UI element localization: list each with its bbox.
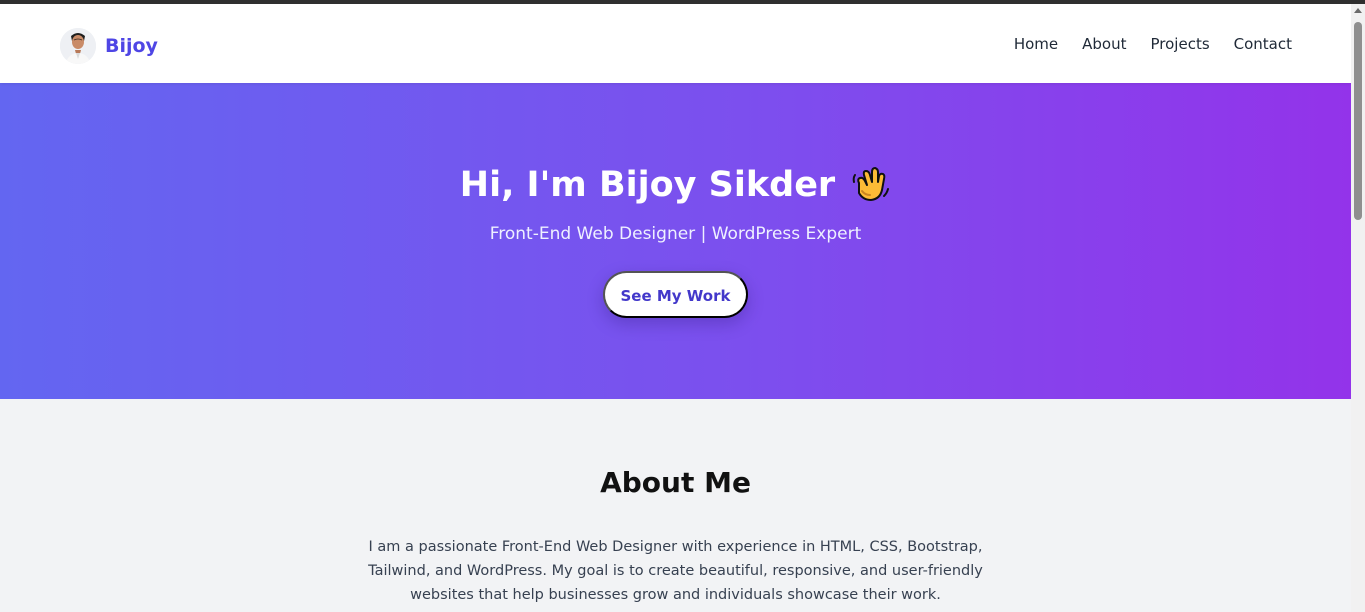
nav-link-about[interactable]: About <box>1082 35 1126 53</box>
portfolio-page: Bijoy Home About Projects Contact Hi, I'… <box>0 4 1351 612</box>
brand-logo-link[interactable]: Bijoy <box>60 26 158 66</box>
site-navbar: Bijoy Home About Projects Contact <box>0 4 1351 83</box>
nav-link-projects[interactable]: Projects <box>1151 35 1210 53</box>
person-avatar-icon <box>60 28 96 64</box>
waving-hand-icon <box>849 164 891 206</box>
scroll-thumb[interactable] <box>1354 22 1362 220</box>
page-scrollbar[interactable] <box>1351 4 1365 612</box>
main-navigation: Home About Projects Contact <box>1014 35 1292 53</box>
about-title: About Me <box>600 466 751 499</box>
hero-title: Hi, I'm Bijoy Sikder <box>0 163 1351 207</box>
hero-title-text: Hi, I'm Bijoy Sikder <box>459 165 836 205</box>
scroll-up-arrow-icon[interactable] <box>1354 8 1362 13</box>
about-section: About Me I am a passionate Front-End Web… <box>0 399 1351 612</box>
brand-name: Bijoy <box>105 34 158 57</box>
browser-viewport: Bijoy Home About Projects Contact Hi, I'… <box>0 0 1365 612</box>
hero-section: Hi, I'm Bijoy Sikder Front-End Web Desig… <box>0 83 1351 399</box>
nav-link-home[interactable]: Home <box>1014 35 1058 53</box>
nav-link-contact[interactable]: Contact <box>1234 35 1292 53</box>
about-description: I am a passionate Front-End Web Designer… <box>368 539 983 603</box>
see-my-work-button[interactable]: See My Work <box>603 271 748 318</box>
hero-subtitle: Front-End Web Designer | WordPress Exper… <box>489 224 862 244</box>
